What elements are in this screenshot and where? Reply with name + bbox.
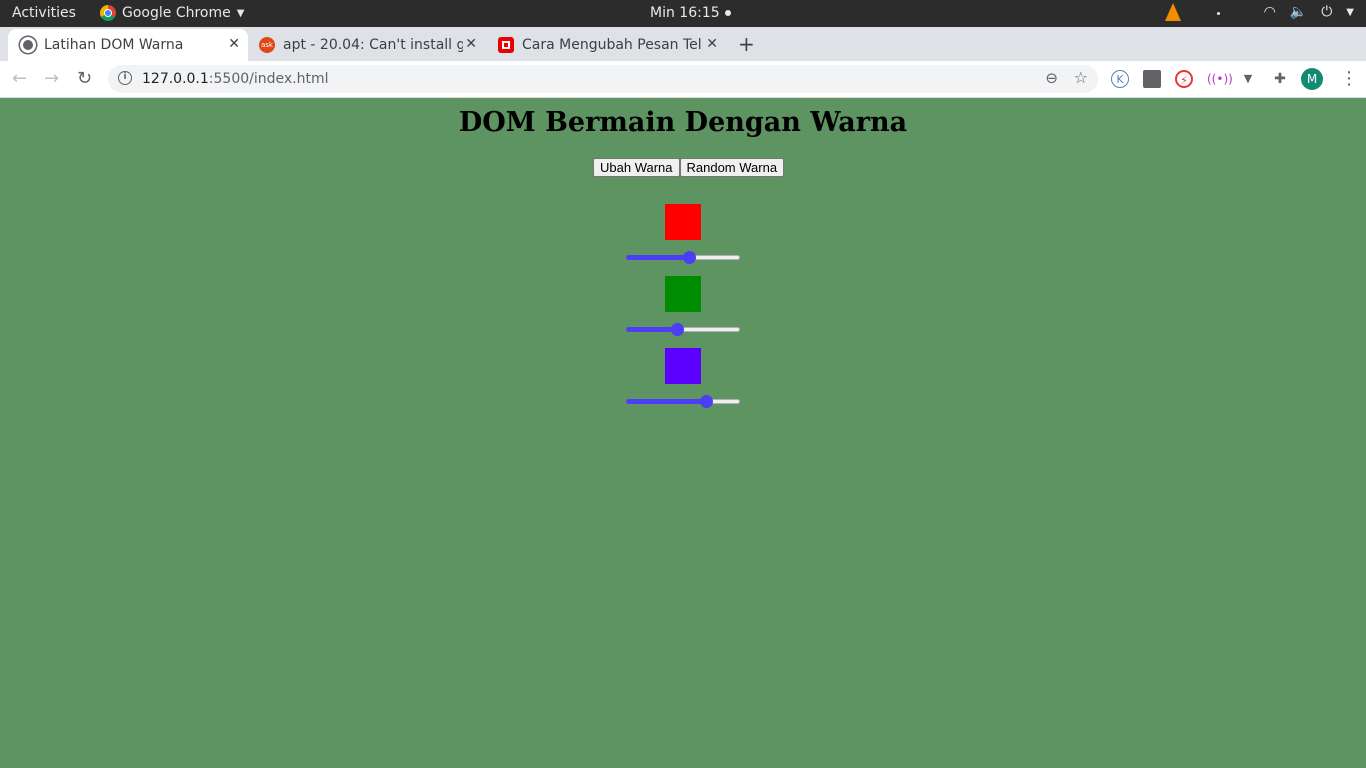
globe-icon	[20, 37, 36, 53]
page-title: DOM Bermain Dengan Warna	[458, 107, 908, 138]
system-top-bar: Activities Google Chrome ▼ Min 16:15 ◠ 🔈…	[0, 0, 1366, 27]
slider-fill	[626, 399, 706, 404]
extensions-puzzle-icon[interactable]: ✚	[1271, 70, 1289, 88]
tab-title: Latihan DOM Warna	[44, 37, 184, 53]
reload-icon[interactable]: ↻	[77, 68, 92, 89]
volume-icon[interactable]: 🔈	[1290, 4, 1307, 20]
power-icon[interactable]: ⏻	[1321, 4, 1332, 20]
browser-toolbar: ← → ↻ i 127.0.0.1:5500/index.html ⊖ ☆ K …	[0, 61, 1366, 98]
extension-vue-icon[interactable]: ▼	[1239, 70, 1257, 88]
close-icon[interactable]: ✕	[465, 36, 477, 52]
change-color-button[interactable]: Ubah Warna	[593, 158, 680, 177]
url-path: :5500/index.html	[208, 71, 329, 87]
wifi-icon[interactable]: ◠	[1264, 4, 1276, 20]
url-text[interactable]: 127.0.0.1:5500/index.html	[142, 71, 329, 87]
extension-k-icon[interactable]: K	[1111, 70, 1129, 88]
slider-fill	[626, 255, 689, 260]
info-icon[interactable]: i	[118, 71, 132, 85]
slider-thumb[interactable]	[700, 395, 713, 408]
random-color-button[interactable]: Random Warna	[679, 158, 785, 177]
blue-slider[interactable]	[626, 393, 740, 409]
slider-fill	[626, 327, 677, 332]
tab-cara-mengubah-pesan[interactable]: Cara Mengubah Pesan Tel ✕	[486, 29, 726, 61]
blue-swatch	[665, 348, 701, 384]
close-icon[interactable]: ✕	[228, 36, 240, 52]
askubuntu-icon: ask	[259, 37, 275, 53]
app-menu[interactable]: Google Chrome ▼	[100, 5, 244, 21]
tab-apt-askubuntu[interactable]: ask apt - 20.04: Can't install gt ✕	[247, 29, 485, 61]
address-bar[interactable]: i 127.0.0.1:5500/index.html ⊖ ☆	[108, 65, 1098, 93]
clock-label: Min 16:15	[650, 5, 720, 21]
notification-dot-icon	[724, 10, 731, 16]
green-swatch	[665, 276, 701, 312]
extension-bolt-icon[interactable]: ⚡	[1175, 70, 1193, 88]
caret-down-icon[interactable]: ▼	[1346, 7, 1354, 18]
red-slider[interactable]	[626, 249, 740, 265]
clock[interactable]: Min 16:15	[650, 5, 731, 21]
app-menu-label: Google Chrome	[122, 5, 231, 21]
caret-down-icon: ▼	[236, 7, 245, 19]
url-host: 127.0.0.1	[142, 71, 209, 87]
tab-title: apt - 20.04: Can't install gt	[283, 37, 463, 53]
bookmark-star-icon[interactable]: ☆	[1074, 68, 1088, 87]
close-icon[interactable]: ✕	[706, 36, 718, 52]
back-arrow-icon[interactable]: ←	[12, 68, 27, 89]
tab-latihan-dom-warna[interactable]: Latihan DOM Warna ✕	[8, 29, 248, 61]
indicator-dot-icon	[1217, 12, 1220, 15]
tab-title: Cara Mengubah Pesan Tel	[522, 37, 702, 53]
new-tab-button[interactable]: +	[738, 32, 755, 56]
slider-thumb[interactable]	[671, 323, 684, 336]
activities-button[interactable]: Activities	[12, 5, 76, 21]
profile-avatar[interactable]: M	[1301, 68, 1323, 90]
forward-arrow-icon[interactable]: →	[44, 68, 59, 89]
system-tray[interactable]: ◠ 🔈 ⏻ ▼	[1264, 4, 1354, 20]
page-content: DOM Bermain Dengan Warna Ubah Warna Rand…	[0, 98, 1366, 768]
slider-thumb[interactable]	[683, 251, 696, 264]
red-swatch	[665, 204, 701, 240]
chrome-logo-icon	[100, 5, 116, 21]
extension-image-icon[interactable]	[1143, 70, 1161, 88]
tab-strip: Latihan DOM Warna ✕ ask apt - 20.04: Can…	[0, 27, 1366, 81]
extension-broadcast-icon[interactable]: ((•))	[1207, 70, 1233, 88]
green-slider[interactable]	[626, 321, 740, 337]
opera-icon	[498, 37, 514, 53]
menu-kebab-icon[interactable]: ⋮	[1340, 68, 1358, 89]
vlc-icon[interactable]	[1165, 3, 1181, 21]
button-group: Ubah Warna Random Warna	[593, 158, 785, 177]
zoom-icon[interactable]: ⊖	[1045, 69, 1058, 87]
